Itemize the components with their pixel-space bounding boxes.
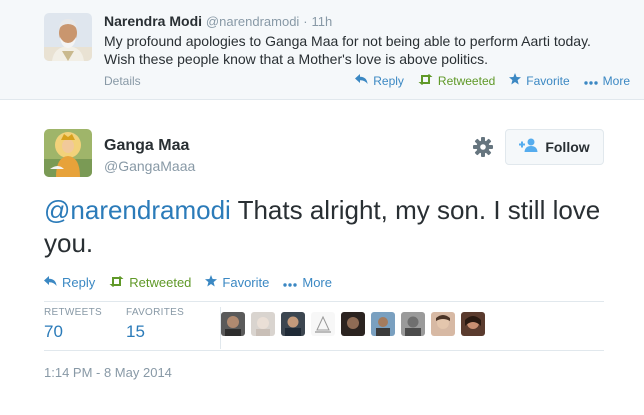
author-handle[interactable]: @GangaMaaa (104, 158, 195, 174)
author-name[interactable]: Ganga Maa (104, 137, 189, 155)
retweeter-avatar[interactable] (221, 312, 245, 336)
author-name[interactable]: Narendra Modi (104, 13, 202, 29)
add-user-icon (519, 138, 539, 157)
tweet-timestamp[interactable]: 1:14 PM - 8 May 2014 (44, 365, 172, 380)
star-icon (509, 73, 522, 88)
parent-tweet-text: My profound apologies to Ganga Maa for n… (104, 33, 591, 67)
more-label: More (302, 275, 332, 290)
favorite-label: Favorite (222, 275, 270, 290)
ellipsis-icon (283, 276, 298, 290)
favorites-label: FAVORITES (126, 307, 185, 318)
retweeted-button[interactable]: Retweeted (418, 73, 496, 88)
tweet-time[interactable]: 11h (311, 14, 332, 29)
retweeter-avatar[interactable] (371, 312, 395, 336)
separator-dot: · (303, 14, 308, 29)
star-icon (205, 275, 218, 290)
retweets-stat[interactable]: RETWEETS 70 (44, 307, 102, 342)
reply-button[interactable]: Reply (355, 73, 404, 88)
retweeter-avatar[interactable] (431, 312, 455, 336)
divider (44, 301, 604, 302)
reply-label: Reply (62, 275, 96, 290)
retweeter-avatar[interactable] (341, 312, 365, 336)
reply-arrow-icon (44, 275, 57, 290)
more-button[interactable]: More (583, 73, 630, 88)
favorite-button[interactable]: Favorite (509, 73, 570, 88)
reply-button[interactable]: Reply (44, 275, 95, 290)
retweets-label: RETWEETS (44, 307, 102, 318)
retweeter-avatar[interactable] (401, 312, 425, 336)
main-tweet-actions: Reply Retweeted Favorite More (44, 275, 332, 290)
parent-tweet-actions: Reply Retweeted Favorite More (355, 73, 630, 88)
follow-button[interactable]: Follow (505, 129, 604, 165)
parent-tweet-header: Narendra Modi @narendramodi · 11h (104, 13, 332, 29)
tweet-stats: RETWEETS 70 FAVORITES 15 (44, 307, 604, 349)
favorites-stat[interactable]: FAVORITES 15 (126, 307, 184, 342)
main-tweet: Ganga Maa @GangaMaaa Follow @narendramod… (0, 101, 644, 415)
details-link[interactable]: Details (104, 74, 141, 88)
retweeted-button[interactable]: Retweeted (109, 275, 191, 290)
divider (44, 350, 604, 351)
retweet-icon (418, 73, 433, 88)
retweeter-avatars (221, 312, 485, 336)
retweet-icon (109, 275, 124, 290)
main-tweet-text: @narendramodi Thats alright, my son. I s… (44, 194, 604, 260)
narendra-modi-avatar[interactable] (44, 13, 92, 61)
favorites-count: 15 (126, 322, 145, 341)
retweeted-label: Retweeted (437, 73, 496, 88)
retweeter-avatar[interactable] (281, 312, 305, 336)
follow-label: Follow (545, 139, 590, 155)
retweeter-avatar[interactable] (461, 312, 485, 336)
favorite-label: Favorite (526, 73, 570, 88)
more-button[interactable]: More (283, 275, 332, 290)
more-label: More (602, 73, 630, 88)
retweets-count: 70 (44, 322, 63, 341)
retweeter-avatar[interactable] (251, 312, 275, 336)
reply-label: Reply (373, 73, 404, 88)
parent-tweet: Narendra Modi @narendramodi · 11h My pro… (0, 0, 644, 100)
author-handle[interactable]: @narendramodi (206, 14, 299, 29)
ganga-maa-avatar[interactable] (44, 129, 92, 177)
reply-arrow-icon (355, 73, 368, 88)
gear-icon[interactable] (472, 136, 494, 158)
ellipsis-icon (583, 74, 598, 88)
mention-link[interactable]: @narendramodi (44, 195, 231, 225)
favorite-button[interactable]: Favorite (205, 275, 269, 290)
retweeted-label: Retweeted (129, 275, 192, 290)
retweeter-avatar[interactable] (311, 312, 335, 336)
